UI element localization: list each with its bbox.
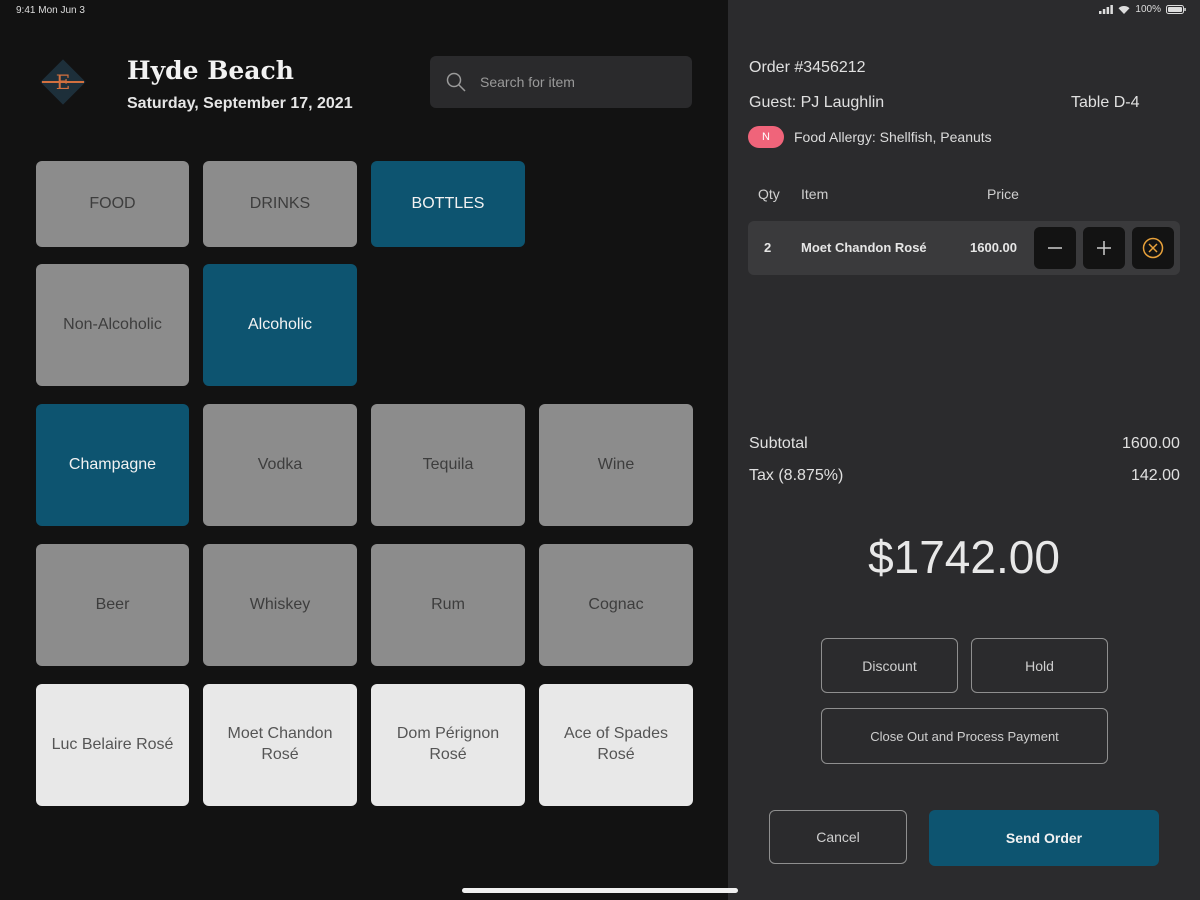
drink-type-vodka[interactable]: Vodka [203, 404, 357, 526]
send-order-button[interactable]: Send Order [929, 810, 1159, 866]
cancel-button[interactable]: Cancel [769, 810, 907, 864]
close-out-payment-button[interactable]: Close Out and Process Payment [821, 708, 1108, 764]
home-indicator [462, 888, 738, 893]
category-food[interactable]: FOOD [36, 161, 189, 247]
remove-item-button[interactable] [1132, 227, 1174, 269]
search-input[interactable] [478, 73, 672, 91]
search-box[interactable] [430, 56, 692, 108]
discount-button[interactable]: Discount [821, 638, 958, 693]
decrease-qty-button[interactable] [1034, 227, 1076, 269]
table-number: Table D-4 [1071, 94, 1140, 111]
subtotal-label: Subtotal [749, 435, 808, 452]
allergy-badge: N [748, 126, 784, 148]
column-header-price: Price [987, 186, 1019, 202]
drink-type-cognac[interactable]: Cognac [539, 544, 693, 666]
status-indicators: 100% [1099, 4, 1186, 15]
guest-name: Guest: PJ Laughlin [749, 94, 885, 111]
close-circle-icon [1142, 237, 1164, 259]
line-item-name: Moet Chandon Rosé [801, 240, 927, 255]
subcategory-alcoholic[interactable]: Alcoholic [203, 264, 357, 386]
category-drinks[interactable]: DRINKS [203, 161, 357, 247]
drink-type-champagne[interactable]: Champagne [36, 404, 189, 526]
product-luc-belaire-rose[interactable]: Luc Belaire Rosé [36, 684, 189, 806]
product-moet-chandon-rose[interactable]: Moet Chandon Rosé [203, 684, 357, 806]
battery-percent: 100% [1135, 4, 1161, 15]
tax-label: Tax (8.875%) [749, 467, 844, 484]
service-date: Saturday, September 17, 2021 [127, 95, 353, 112]
tax-value: 142.00 [1131, 467, 1180, 484]
signal-icon [1099, 5, 1114, 14]
category-bottles[interactable]: BOTTLES [371, 161, 525, 247]
column-header-qty: Qty [758, 186, 780, 202]
drink-type-rum[interactable]: Rum [371, 544, 525, 666]
hold-button[interactable]: Hold [971, 638, 1108, 693]
search-icon [446, 72, 466, 92]
subtotal-value: 1600.00 [1122, 435, 1180, 452]
venue-logo-icon: E [36, 55, 90, 109]
product-dom-perignon-rose[interactable]: Dom Pérignon Rosé [371, 684, 525, 806]
line-price: 1600.00 [970, 240, 1017, 255]
plus-icon [1097, 241, 1111, 255]
subcategory-non-alcoholic[interactable]: Non-Alcoholic [36, 264, 189, 386]
drink-type-tequila[interactable]: Tequila [371, 404, 525, 526]
allergy-note: Food Allergy: Shellfish, Peanuts [794, 129, 992, 145]
order-line-item: 2 Moet Chandon Rosé 1600.00 [748, 221, 1180, 275]
battery-icon [1166, 5, 1186, 14]
minus-icon [1048, 247, 1062, 249]
increase-qty-button[interactable] [1083, 227, 1125, 269]
product-ace-of-spades-rose[interactable]: Ace of Spades Rosé [539, 684, 693, 806]
line-qty: 2 [764, 240, 772, 255]
wifi-icon [1118, 6, 1130, 14]
column-header-item: Item [801, 186, 829, 202]
order-number: Order #3456212 [749, 59, 866, 76]
order-total: $1742.00 [868, 531, 1060, 583]
venue-name: Hyde Beach [127, 56, 294, 85]
logo-letter: E [56, 70, 71, 94]
status-time: 9:41 Mon Jun 3 [16, 5, 85, 16]
drink-type-beer[interactable]: Beer [36, 544, 189, 666]
drink-type-wine[interactable]: Wine [539, 404, 693, 526]
drink-type-whiskey[interactable]: Whiskey [203, 544, 357, 666]
